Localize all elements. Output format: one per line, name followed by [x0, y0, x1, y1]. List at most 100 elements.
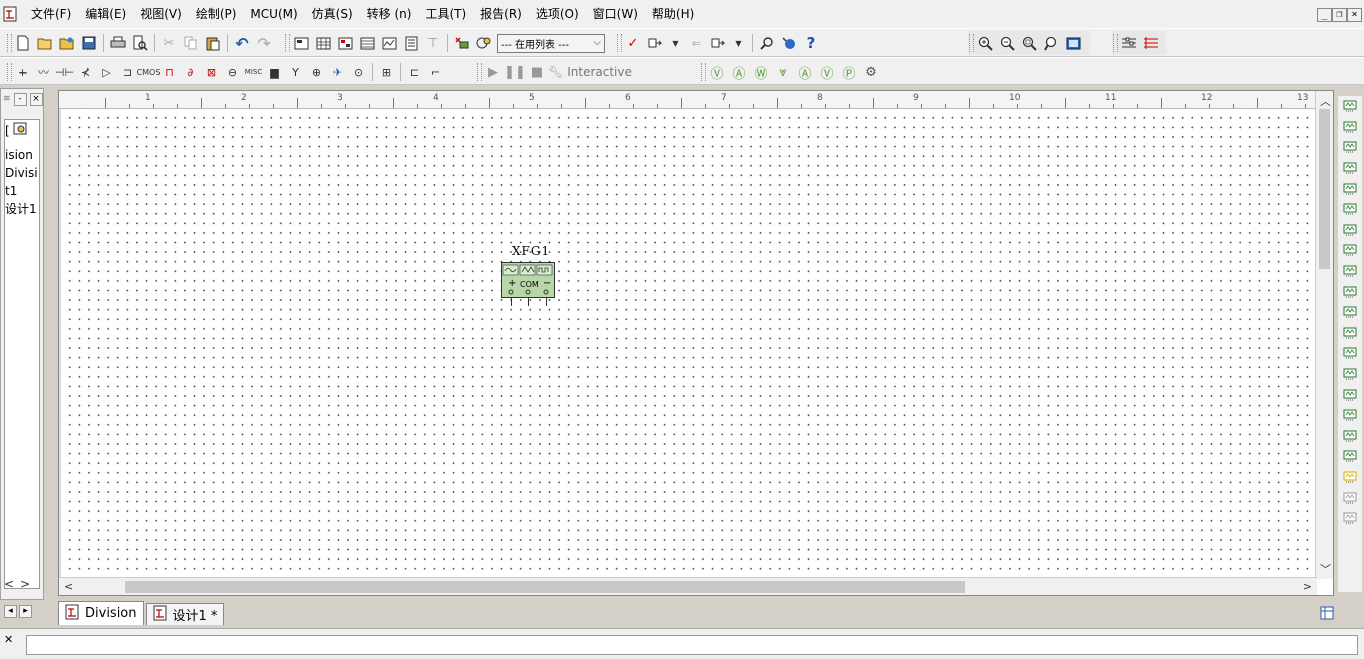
current-probe-icon[interactable]: Ⓐ — [728, 61, 750, 83]
open-sample-icon[interactable] — [56, 32, 78, 54]
pin-plus-lead[interactable] — [511, 297, 512, 306]
paste-icon[interactable] — [202, 32, 224, 54]
electromechanical-icon[interactable]: ⊕ — [306, 61, 327, 83]
component-wizard-icon[interactable] — [451, 32, 473, 54]
copy-icon[interactable] — [180, 32, 202, 54]
frequency-counter-icon[interactable] — [1341, 220, 1359, 241]
back-annotate-icon[interactable]: ⇐ — [686, 32, 707, 54]
panel-minimize-button[interactable]: - — [13, 92, 27, 106]
hierarchy-tab-icon[interactable] — [13, 122, 27, 140]
scroll-right-arrow[interactable]: > — [20, 577, 36, 591]
differential-probe-icon[interactable]: ⩔ — [772, 61, 794, 83]
spreadsheet-content[interactable] — [26, 635, 1358, 655]
menu-item-8[interactable]: 报告(R) — [473, 3, 529, 25]
basic-component-icon[interactable]: 〰 — [33, 61, 54, 83]
show-grid-icon[interactable] — [1118, 32, 1140, 54]
zoom-area-icon[interactable] — [1018, 32, 1040, 54]
ni-component-icon[interactable]: ✈ — [327, 61, 348, 83]
cut-icon[interactable]: ✂ — [158, 32, 180, 54]
transfer-icon[interactable] — [644, 32, 665, 54]
in-use-list-dropdown[interactable]: --- 在用列表 --- ⌵ — [497, 33, 605, 53]
spreadsheet-close-icon[interactable]: ✕ — [4, 633, 13, 646]
pin-com-lead[interactable] — [528, 297, 529, 306]
function-generator-component[interactable]: + COM − — [501, 262, 555, 306]
misc-digital-icon[interactable]: ⊓ — [159, 61, 180, 83]
digital-probe-icon[interactable]: Ⓥ — [816, 61, 838, 83]
find-examples-icon[interactable] — [756, 32, 778, 54]
vertical-scroll-thumb[interactable] — [1319, 109, 1330, 269]
diode-icon[interactable]: ⊣⊢ — [54, 61, 75, 83]
misc-icon[interactable]: MISC — [243, 61, 264, 83]
oscilloscope-icon[interactable] — [1341, 158, 1359, 179]
menu-item-0[interactable]: 文件(F) — [24, 3, 78, 25]
power-component-icon[interactable]: ⊖ — [222, 61, 243, 83]
database-manager-icon[interactable] — [473, 32, 495, 54]
open-folder-icon[interactable] — [34, 32, 56, 54]
spreadsheet-icon[interactable] — [356, 32, 378, 54]
tree-item[interactable]: Divisi — [5, 164, 39, 182]
minimize-button[interactable]: _ — [1317, 8, 1332, 22]
run-icon[interactable]: ▶ — [482, 61, 504, 83]
bode-plotter-icon[interactable] — [1341, 199, 1359, 220]
analog-opamp-icon[interactable]: ▷ — [96, 61, 117, 83]
power-probe-icon[interactable]: Ⓦ — [750, 61, 772, 83]
word-generator-icon[interactable] — [1341, 240, 1359, 261]
show-border-icon[interactable] — [1140, 32, 1162, 54]
iv-analyzer-icon[interactable] — [1341, 302, 1359, 323]
spreadsheet-toggle-icon[interactable] — [1320, 606, 1334, 623]
logic-analyzer-icon[interactable] — [1341, 281, 1359, 302]
grid-view-icon[interactable] — [312, 32, 334, 54]
rf-icon[interactable]: Y — [285, 61, 306, 83]
panel-close-button[interactable]: × — [29, 92, 43, 106]
scroll-right-arrow[interactable]: > — [1303, 580, 1312, 593]
menu-item-7[interactable]: 工具(T) — [418, 3, 473, 25]
dock-grip-icon[interactable]: ≋ — [3, 94, 11, 104]
agilent-multimeter-icon[interactable] — [1341, 405, 1359, 426]
undo-icon[interactable]: ↶ — [231, 32, 253, 54]
zoom-in-icon[interactable] — [974, 32, 996, 54]
postprocessor-icon[interactable] — [400, 32, 422, 54]
hierarchical-block-icon[interactable]: ⊞ — [376, 61, 397, 83]
agilent-oscilloscope-icon[interactable] — [1341, 426, 1359, 447]
scroll-left-arrow[interactable]: < — [64, 580, 73, 593]
transfer-dropdown-icon[interactable]: ▼ — [665, 32, 686, 54]
scroll-down-arrow[interactable]: ﹀ — [1320, 561, 1331, 577]
menu-item-6[interactable]: 转移 (n) — [360, 3, 419, 25]
menu-item-3[interactable]: 绘制(P) — [189, 3, 244, 25]
menu-item-5[interactable]: 仿真(S) — [305, 3, 360, 25]
place-bus-icon[interactable]: ⌐ — [425, 61, 446, 83]
tab-design1[interactable]: 设计1 * — [145, 603, 225, 625]
menu-item-10[interactable]: 窗口(W) — [586, 3, 645, 25]
tab-scroll-left-icon[interactable]: ◂ — [4, 605, 17, 618]
cmos-icon[interactable]: CMOS — [137, 61, 161, 83]
probe-settings-icon[interactable]: Ⓟ — [838, 61, 860, 83]
menu-item-1[interactable]: 编辑(E) — [78, 3, 133, 25]
menu-item-4[interactable]: MCU(M) — [243, 3, 304, 25]
four-channel-oscilloscope-icon[interactable] — [1341, 178, 1359, 199]
schematic-canvas[interactable]: 1 2 3 4 5 6 7 8 9 10 11 12 13 ︿ ﹀ < > — [58, 90, 1334, 596]
labview-instrument-icon[interactable] — [1341, 467, 1359, 488]
menu-item-9[interactable]: 选项(O) — [529, 3, 586, 25]
current-probe-icon[interactable] — [1341, 508, 1359, 529]
print-icon[interactable] — [107, 32, 129, 54]
erc-icon[interactable]: ✓ — [622, 32, 644, 54]
education-website-icon[interactable] — [778, 32, 800, 54]
restore-button[interactable]: ❐ — [1332, 8, 1347, 22]
component-reference-label[interactable]: XFG1 — [512, 244, 550, 258]
pause-icon[interactable]: ❚❚ — [504, 61, 526, 83]
redo-icon[interactable]: ↷ — [253, 32, 275, 54]
full-screen-icon[interactable] — [1062, 32, 1084, 54]
forward-annotate-icon[interactable] — [707, 32, 728, 54]
schematic-grid[interactable] — [61, 109, 1317, 579]
wattmeter-icon[interactable] — [1341, 137, 1359, 158]
transistor-icon[interactable]: ⊀ — [75, 61, 96, 83]
horizontal-scrollbar[interactable]: < > — [59, 577, 1317, 595]
voltage-probe-icon[interactable]: Ⓥ — [706, 61, 728, 83]
network-analyzer-icon[interactable] — [1341, 364, 1359, 385]
scroll-up-arrow[interactable]: ︿ — [1320, 93, 1331, 109]
tree-scroll-arrows[interactable]: <> — [4, 577, 36, 591]
pin-minus-lead[interactable] — [546, 297, 547, 306]
fullscreen-icon[interactable] — [290, 32, 312, 54]
tree-item[interactable]: t1 — [5, 182, 39, 200]
indicator-icon[interactable]: ⊠ — [201, 61, 222, 83]
